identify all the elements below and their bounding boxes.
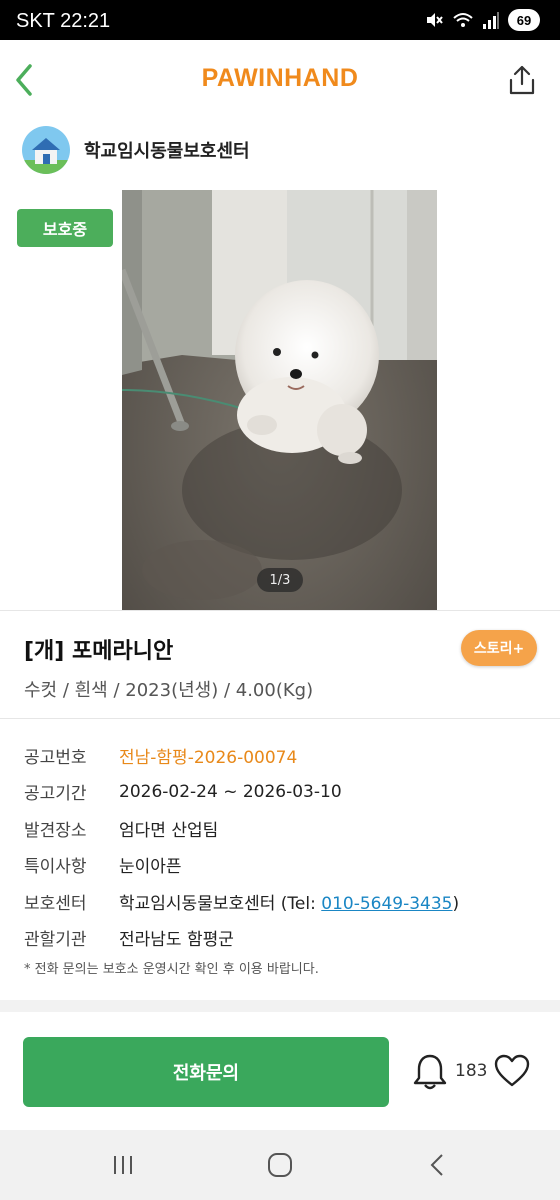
animal-photo[interactable] xyxy=(122,190,437,610)
info-value: 엄다면 산업팀 xyxy=(119,820,219,841)
status-bar: SKT 22:21 69 xyxy=(0,0,560,40)
phone-link[interactable]: 010-5649-3435 xyxy=(321,894,452,914)
info-label: 발견장소 xyxy=(24,820,87,841)
bell-icon[interactable] xyxy=(412,1052,448,1092)
back-nav-icon[interactable] xyxy=(423,1150,453,1180)
info-label: 공고번호 xyxy=(24,747,87,768)
home-icon[interactable] xyxy=(265,1150,295,1180)
app-header: PAWINHAND xyxy=(0,40,560,120)
status-left: SKT 22:21 xyxy=(16,10,110,33)
shelter-text: 학교임시동물보호센터 (Tel: xyxy=(119,893,322,914)
info-table: 공고번호 전남-함평-2026-00074 공고기간 2026-02-24 ~ … xyxy=(24,737,459,956)
photo-counter: 1/3 xyxy=(257,568,303,592)
info-value: 눈이아픈 xyxy=(119,857,182,878)
recent-apps-icon[interactable] xyxy=(108,1150,138,1180)
info-value: 전라남도 함평군 xyxy=(119,930,234,951)
status-badge: 보호중 xyxy=(17,209,113,247)
house-icon xyxy=(22,138,70,174)
call-button[interactable]: 전화문의 xyxy=(23,1037,389,1107)
info-value: 전남-함평-2026-00074 xyxy=(119,747,298,768)
clock: 22:21 xyxy=(60,10,111,32)
animal-title: [개] 포메라니안 xyxy=(24,639,174,664)
divider-mid xyxy=(0,718,560,719)
shelter-avatar xyxy=(22,126,70,174)
story-button[interactable]: 스토리+ xyxy=(461,630,537,666)
system-nav-bar xyxy=(0,1130,560,1200)
heart-icon[interactable] xyxy=(494,1054,530,1088)
shelter-name: 학교임시동물보호센터 xyxy=(84,141,250,162)
shelter-suffix: ) xyxy=(452,893,460,914)
section-separator xyxy=(0,1000,560,1012)
signal-icon xyxy=(483,12,499,29)
info-row-notice-period: 공고기간 2026-02-24 ~ 2026-03-10 xyxy=(24,774,459,811)
info-value: 학교임시동물보호센터 (Tel: 010-5649-3435) xyxy=(119,889,459,914)
status-icons: 69 xyxy=(424,9,540,31)
notice-text: * 전화 문의는 보호소 운영시간 확인 후 이용 바랍니다. xyxy=(24,962,319,977)
info-label: 특이사항 xyxy=(24,857,87,878)
shelter-row[interactable]: 학교임시동물보호센터 xyxy=(22,124,250,176)
dog-photo-image xyxy=(122,190,437,610)
info-row-found-place: 발견장소 엄다면 산업팀 xyxy=(24,810,459,847)
info-row-notice-number: 공고번호 전남-함평-2026-00074 xyxy=(24,737,459,774)
info-value: 2026-02-24 ~ 2026-03-10 xyxy=(119,781,342,802)
info-label: 공고기간 xyxy=(24,784,87,805)
info-row-shelter: 보호센터 학교임시동물보호센터 (Tel: 010-5649-3435) xyxy=(24,883,459,920)
share-icon[interactable] xyxy=(508,64,536,96)
info-row-jurisdiction: 관할기관 전라남도 함평군 xyxy=(24,920,459,957)
divider-top xyxy=(0,610,560,611)
mute-icon xyxy=(427,13,443,27)
info-label: 보호센터 xyxy=(24,893,87,914)
carrier-label: SKT xyxy=(16,10,55,32)
app-title: PAWINHAND xyxy=(201,64,359,92)
battery-icon: 69 xyxy=(508,9,540,31)
info-row-special-notes: 특이사항 눈이아픈 xyxy=(24,847,459,884)
info-label: 관할기관 xyxy=(24,930,87,951)
wifi-icon xyxy=(453,13,473,27)
animal-subtitle: 수컷 / 흰색 / 2023(년생) / 4.00(Kg) xyxy=(24,680,314,701)
like-count: 183 xyxy=(455,1061,488,1081)
